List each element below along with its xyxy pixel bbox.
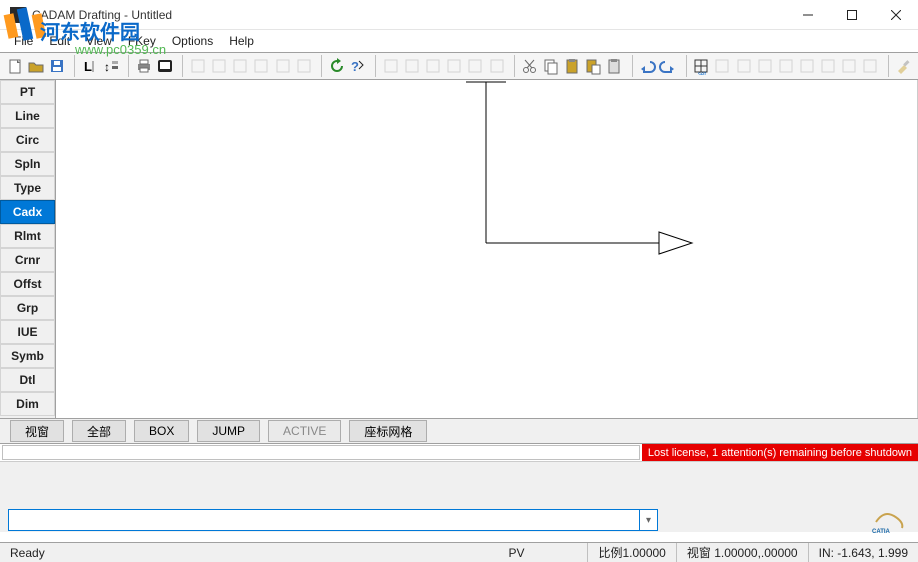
redo-icon[interactable] [658,55,679,77]
menu-item-file[interactable]: File [6,31,41,51]
status-coords: IN: -1.643, 1.999 [809,543,918,562]
status-ready: Ready [0,543,498,562]
status-window: 视窗 1.00000,.00000 [677,543,809,562]
tool-cadx[interactable]: Cadx [0,200,55,224]
dim-d-icon[interactable] [465,55,486,77]
g4-icon[interactable] [775,55,796,77]
menu-item-fkey[interactable]: FKey [120,31,164,51]
command-input[interactable] [8,509,640,531]
polar-icon[interactable] [272,55,293,77]
bottom-btn-active: ACTIVE [268,420,341,442]
status-pv: PV [498,543,588,562]
snap-icon[interactable] [209,55,230,77]
tool-iue[interactable]: IUE [0,320,55,344]
paste-icon[interactable] [561,55,582,77]
toolbar: L ↕? set [0,52,918,80]
dim-o-icon[interactable] [486,55,507,77]
menu-item-edit[interactable]: Edit [41,31,78,51]
dim-a-icon[interactable] [423,55,444,77]
tool-symb[interactable]: Symb [0,344,55,368]
svg-text:L: L [84,59,92,74]
refresh-icon[interactable] [326,55,347,77]
menu-item-options[interactable]: Options [164,31,221,51]
clipboard-icon[interactable] [604,55,625,77]
tool-circ[interactable]: Circ [0,128,55,152]
paste2-icon[interactable] [582,55,603,77]
catia-logo: CATIA [870,506,910,534]
svg-text:↕: ↕ [104,60,110,74]
tool-line[interactable]: Line [0,104,55,128]
print-icon[interactable] [133,55,154,77]
alert-bar: Lost license, 1 attention(s) remaining b… [0,444,918,462]
bottom-btn-座标网格[interactable]: 座标网格 [349,420,427,442]
save-icon[interactable] [46,55,67,77]
osnap-icon[interactable] [251,55,272,77]
cut-icon[interactable] [519,55,540,77]
menubar: FileEditViewFKeyOptionsHelp [0,30,918,52]
g8-icon[interactable] [860,55,881,77]
menu-item-view[interactable]: View [78,31,120,51]
tool-spln[interactable]: Spln [0,152,55,176]
spacer [0,462,918,508]
alert-empty-cell [2,445,640,460]
tool-grp[interactable]: Grp [0,296,55,320]
tool-crnr[interactable]: Crnr [0,248,55,272]
tool-rlmt[interactable]: Rlmt [0,224,55,248]
dim-v-icon[interactable] [401,55,422,77]
minimize-button[interactable] [786,0,830,30]
command-dropdown-icon[interactable]: ▾ [640,509,658,531]
tool-pt[interactable]: PT [0,80,55,104]
open-icon[interactable] [25,55,46,77]
menu-item-help[interactable]: Help [221,31,262,51]
help-icon[interactable]: ? [347,55,368,77]
app-icon [10,7,26,23]
g1-icon[interactable] [712,55,733,77]
titlebar: CADAM Drafting - Untitled [0,0,918,30]
bottom-btn-box[interactable]: BOX [134,420,189,442]
copy-icon[interactable] [540,55,561,77]
g7-icon[interactable] [839,55,860,77]
undo-icon[interactable] [637,55,658,77]
maximize-button[interactable] [830,0,874,30]
g5-icon[interactable] [796,55,817,77]
dim-r-icon[interactable] [444,55,465,77]
preview-icon[interactable] [155,55,176,77]
new-icon[interactable] [4,55,25,77]
order-icon[interactable]: ↕ [100,55,121,77]
bottom-btn-视窗[interactable]: 视窗 [10,420,64,442]
bottom-button-bar: 视窗全部 BOX JUMP ACTIVE 座标网格 [0,418,918,444]
tool-offst[interactable]: Offst [0,272,55,296]
svg-text:?: ? [351,59,359,74]
svg-text:set: set [698,72,706,75]
layer-icon[interactable]: L [79,55,100,77]
command-row: ▾ CATIA [0,508,918,532]
svg-text:CATIA: CATIA [872,529,891,534]
track-icon[interactable] [293,55,314,77]
tool-dtl[interactable]: Dtl [0,368,55,392]
g2-icon[interactable] [733,55,754,77]
tool-dim[interactable]: Dim [0,392,55,416]
g6-icon[interactable] [818,55,839,77]
grid-icon[interactable] [230,55,251,77]
brush-icon[interactable] [893,55,914,77]
bottom-btn-jump[interactable]: JUMP [197,420,260,442]
status-scale: 比例1.00000 [588,543,676,562]
grid-set-icon[interactable]: set [691,55,712,77]
drawing-content [56,80,916,418]
tool-type[interactable]: Type [0,176,55,200]
bottom-btn-全部[interactable]: 全部 [72,420,126,442]
drawing-canvas[interactable] [56,80,918,418]
dim-h-icon[interactable] [380,55,401,77]
side-toolbar: PTLineCircSplnTypeCadxRlmtCrnrOffstGrpIU… [0,80,56,418]
window-title: CADAM Drafting - Untitled [32,8,172,22]
ortho-icon[interactable] [187,55,208,77]
statusbar: Ready PV 比例1.00000 视窗 1.00000,.00000 IN:… [0,542,918,562]
close-button[interactable] [874,0,918,30]
alert-message: Lost license, 1 attention(s) remaining b… [642,444,918,461]
g3-icon[interactable] [754,55,775,77]
